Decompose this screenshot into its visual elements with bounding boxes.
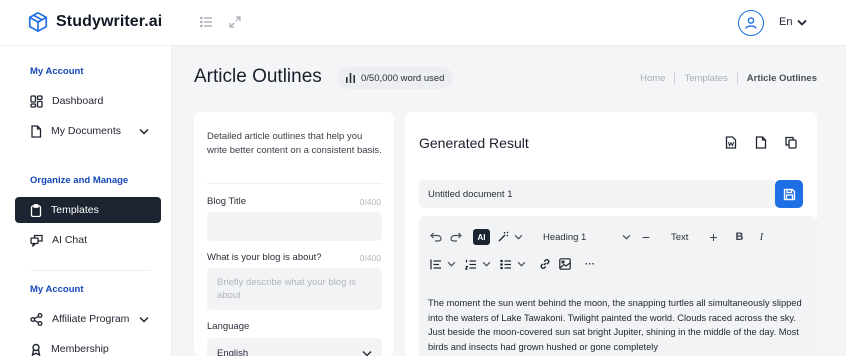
chevron-down-icon bbox=[362, 350, 372, 356]
dashboard-icon bbox=[30, 94, 43, 108]
chevron-down-icon[interactable] bbox=[447, 261, 456, 267]
ai-button[interactable]: AI bbox=[473, 229, 490, 245]
rich-text-editor[interactable]: AI Heading 1 − Text + B I ··· The moment… bbox=[419, 216, 817, 356]
font-size-label: Text bbox=[671, 231, 689, 243]
sidebar: My Account Dashboard My Documents Organi… bbox=[0, 46, 172, 356]
document-icon[interactable] bbox=[755, 136, 767, 152]
user-avatar[interactable] bbox=[738, 10, 764, 36]
sidebar-item-ai-chat[interactable]: AI Chat bbox=[15, 227, 161, 253]
language-selector[interactable]: En bbox=[779, 16, 808, 28]
word-export-icon[interactable] bbox=[725, 136, 737, 152]
sidebar-item-label: Dashboard bbox=[52, 95, 104, 107]
chevron-down-icon[interactable] bbox=[139, 128, 149, 135]
chevron-down-icon bbox=[622, 234, 631, 240]
undo-icon[interactable] bbox=[429, 232, 443, 242]
ordered-list-icon[interactable] bbox=[464, 259, 477, 270]
sidebar-item-membership[interactable]: Membership bbox=[15, 336, 161, 356]
generated-result-card: Generated Result Untitled document 1 AI … bbox=[405, 112, 817, 356]
sidebar-item-label: AI Chat bbox=[52, 234, 88, 246]
share-icon bbox=[30, 312, 43, 326]
breadcrumb-home[interactable]: Home bbox=[640, 73, 665, 84]
increase-font-size-button[interactable]: + bbox=[708, 229, 718, 245]
heading-select[interactable]: Heading 1 bbox=[543, 232, 631, 243]
app-name: Studywriter.ai bbox=[56, 13, 163, 30]
expand-icon[interactable] bbox=[229, 16, 241, 31]
form-divider bbox=[207, 183, 382, 184]
image-icon[interactable] bbox=[558, 258, 571, 270]
top-header: Studywriter.ai En bbox=[0, 0, 846, 46]
heading-select-value: Heading 1 bbox=[543, 231, 587, 243]
chat-icon bbox=[30, 234, 43, 247]
blog-title-label: Blog Title bbox=[207, 196, 247, 207]
app-logo[interactable]: Studywriter.ai bbox=[27, 11, 162, 33]
sidebar-item-label: Membership bbox=[51, 343, 109, 355]
clipboard-icon bbox=[30, 203, 42, 217]
document-icon bbox=[31, 124, 42, 138]
sidebar-item-label: Affiliate Program bbox=[52, 313, 130, 325]
sidebar-item-label: My Documents bbox=[51, 125, 122, 137]
word-usage-badge: 0/50,000 word used bbox=[337, 67, 454, 89]
template-description: Detailed article outlines that help you … bbox=[207, 131, 382, 156]
page-title: Article Outlines bbox=[194, 66, 322, 87]
chevron-down-icon bbox=[797, 19, 808, 26]
align-icon[interactable] bbox=[429, 259, 442, 270]
breadcrumb-current: Article Outlines bbox=[746, 73, 817, 84]
sidebar-divider bbox=[30, 270, 150, 271]
editor-toolbar-row: AI Heading 1 − Text + B I bbox=[429, 229, 766, 245]
blog-about-textarea[interactable]: Briefly describe what your blog is about bbox=[207, 268, 382, 310]
language-label: En bbox=[779, 16, 793, 28]
breadcrumb-separator bbox=[674, 72, 676, 85]
generated-content[interactable]: The moment the sun went behind the moon,… bbox=[428, 296, 806, 354]
chevron-down-icon[interactable] bbox=[482, 261, 491, 267]
bullet-list-icon[interactable] bbox=[499, 259, 512, 270]
bold-button[interactable]: B bbox=[734, 231, 744, 243]
language-select[interactable]: English bbox=[207, 338, 382, 356]
save-icon bbox=[783, 188, 795, 200]
menu-icon[interactable] bbox=[200, 16, 213, 31]
logo-icon bbox=[28, 11, 48, 33]
sidebar-item-label: Templates bbox=[51, 204, 99, 216]
decrease-font-size-button[interactable]: − bbox=[641, 229, 651, 245]
word-usage-text: 0/50,000 word used bbox=[361, 72, 445, 84]
result-title: Generated Result bbox=[419, 135, 529, 151]
breadcrumb-separator bbox=[736, 72, 738, 85]
editor-toolbar-row: ··· bbox=[429, 258, 597, 270]
sidebar-section-title: My Account bbox=[30, 66, 84, 77]
sidebar-item-my-documents[interactable]: My Documents bbox=[15, 118, 161, 144]
result-actions bbox=[725, 136, 797, 152]
redo-icon[interactable] bbox=[449, 232, 463, 242]
user-icon bbox=[745, 17, 757, 29]
italic-button[interactable]: I bbox=[756, 231, 766, 243]
breadcrumb: Home Templates Article Outlines bbox=[640, 72, 817, 85]
template-form-card: Detailed article outlines that help you … bbox=[194, 112, 394, 356]
membership-icon bbox=[31, 343, 41, 356]
magic-wand-icon[interactable] bbox=[496, 231, 509, 243]
language-label: Language bbox=[207, 321, 250, 332]
chevron-down-icon[interactable] bbox=[514, 234, 523, 240]
save-button[interactable] bbox=[775, 180, 803, 208]
blog-title-counter: 0/400 bbox=[359, 197, 381, 207]
link-icon[interactable] bbox=[538, 258, 551, 270]
blog-about-label: What is your blog is about? bbox=[207, 252, 322, 263]
more-options-button[interactable]: ··· bbox=[583, 259, 597, 270]
bar-chart-icon bbox=[346, 73, 355, 83]
copy-icon[interactable] bbox=[785, 136, 797, 152]
language-select-value: English bbox=[217, 347, 249, 356]
chevron-down-icon[interactable] bbox=[139, 316, 149, 323]
sidebar-item-dashboard[interactable]: Dashboard bbox=[15, 88, 161, 114]
blog-title-input[interactable] bbox=[207, 212, 382, 241]
chevron-down-icon[interactable] bbox=[517, 261, 526, 267]
sidebar-item-affiliate-program[interactable]: Affiliate Program bbox=[15, 306, 161, 332]
sidebar-item-templates[interactable]: Templates bbox=[15, 197, 161, 223]
sidebar-section-title: Organize and Manage bbox=[30, 175, 129, 186]
breadcrumb-templates[interactable]: Templates bbox=[684, 73, 727, 84]
blog-about-counter: 0/400 bbox=[359, 253, 381, 263]
document-name-input[interactable]: Untitled document 1 bbox=[419, 180, 775, 208]
sidebar-section-title: My Account bbox=[30, 284, 84, 295]
